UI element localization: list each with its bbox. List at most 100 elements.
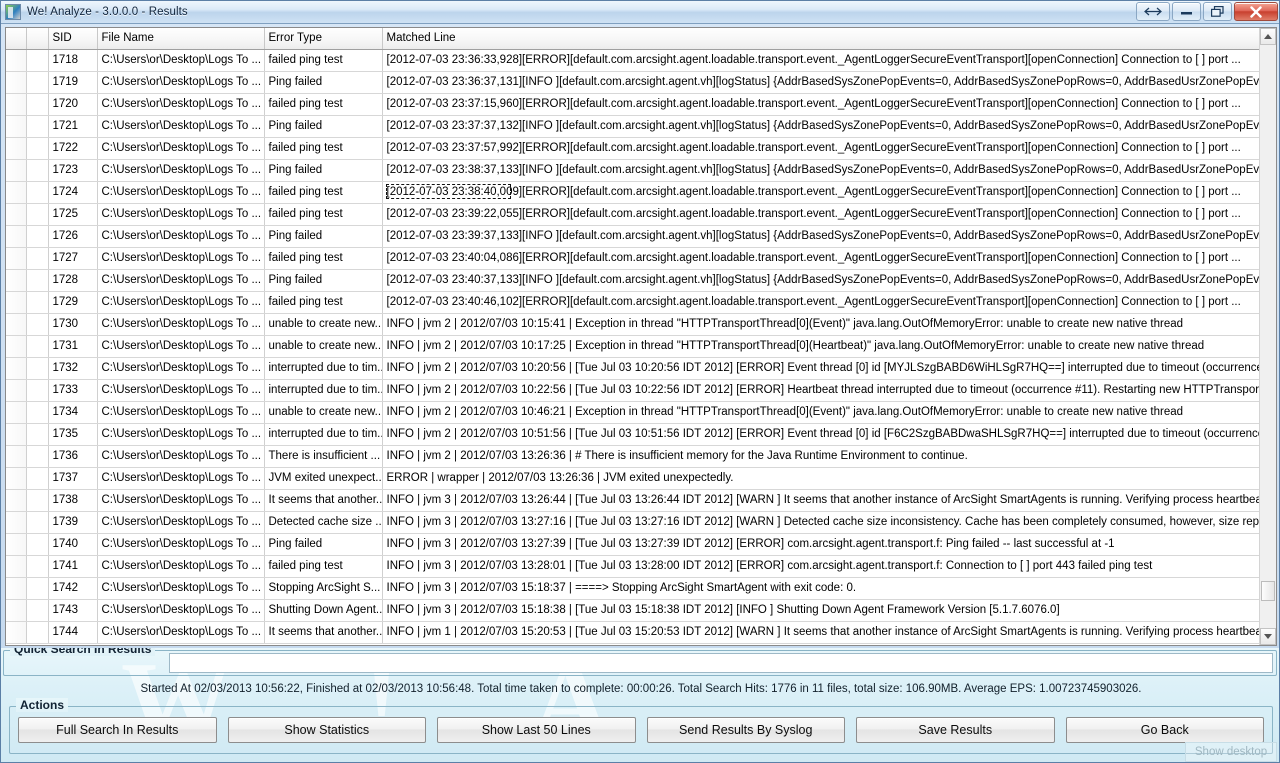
cell-sid[interactable]: 1718 [48,49,98,72]
cell-error-type[interactable]: unable to create new... [264,313,383,336]
resize-button[interactable] [1136,2,1170,21]
table-row[interactable]: 1740 C:\Users\or\Desktop\Logs To ... Ping … [6,533,1259,556]
cell-sid[interactable]: 1722 [48,137,98,160]
table-row[interactable]: 1742 C:\Users\or\Desktop\Logs To ... Stopp… [6,577,1259,600]
row-selector-cell[interactable] [6,445,27,468]
table-row[interactable]: 1728 C:\Users\or\Desktop\Logs To ... Ping … [6,269,1259,292]
cell-error-type[interactable]: failed ping test [264,181,383,204]
cell-file-name[interactable]: C:\Users\or\Desktop\Logs To ... [97,93,265,116]
minimize-button[interactable] [1172,2,1201,21]
cell-file-name[interactable]: C:\Users\or\Desktop\Logs To ... [97,181,265,204]
cell-matched-line[interactable]: INFO | jvm 2 | 2012/07/03 10:51:56 | [Tu… [382,423,1259,446]
cell-error-type[interactable]: failed ping test [264,137,383,160]
cell-matched-line[interactable]: INFO | jvm 3 | 2012/07/03 13:28:01 | [Tu… [382,555,1259,578]
table-row[interactable]: 1724 C:\Users\or\Desktop\Logs To ... faile… [6,181,1259,204]
cell-file-name[interactable]: C:\Users\or\Desktop\Logs To ... [97,247,265,270]
cell-file-name[interactable]: C:\Users\or\Desktop\Logs To ... [97,379,265,402]
table-row[interactable]: 1736 C:\Users\or\Desktop\Logs To ... There… [6,445,1259,468]
cell-sid[interactable]: 1730 [48,313,98,336]
cell-matched-line[interactable]: [2012-07-03 23:37:15,960][ERROR][default… [382,93,1259,116]
cell-file-name[interactable]: C:\Users\or\Desktop\Logs To ... [97,137,265,160]
row-selector-cell[interactable] [6,203,27,226]
row-selector-cell[interactable] [6,93,27,116]
row-selector-cell[interactable] [6,577,27,600]
cell-matched-line[interactable]: INFO | jvm 3 | 2012/07/03 15:18:37 | ===… [382,577,1259,600]
cell-matched-line[interactable]: [2012-07-03 23:36:33,928][ERROR][default… [382,49,1259,72]
row-selector-cell[interactable] [6,379,27,402]
cell-sid[interactable]: 1723 [48,159,98,182]
go-back-button[interactable]: Go Back [1065,717,1264,743]
cell-sid[interactable]: 1728 [48,269,98,292]
cell-sid[interactable]: 1743 [48,599,98,622]
cell-file-name[interactable]: C:\Users\or\Desktop\Logs To ... [97,159,265,182]
grid-vertical-scrollbar[interactable] [1259,28,1276,645]
row-selector-cell[interactable] [6,423,27,446]
cell-sid[interactable]: 1721 [48,115,98,138]
cell-sid[interactable]: 1734 [48,401,98,424]
cell-file-name[interactable]: C:\Users\or\Desktop\Logs To ... [97,291,265,314]
cell-error-type[interactable]: Ping failed [264,71,383,94]
table-row[interactable]: 1730 C:\Users\or\Desktop\Logs To ... unabl… [6,313,1259,336]
cell-error-type[interactable]: Shutting Down Agent... [264,599,383,622]
cell-matched-line[interactable]: INFO | jvm 3 | 2012/07/03 13:27:39 | [Tu… [382,533,1259,556]
cell-sid[interactable]: 1724 [48,181,98,204]
cell-error-type[interactable]: Ping failed [264,115,383,138]
cell-file-name[interactable]: C:\Users\or\Desktop\Logs To ... [97,445,265,468]
cell-matched-line[interactable]: [2012-07-03 23:40:46,102][ERROR][default… [382,291,1259,314]
show-statistics-button[interactable]: Show Statistics [227,717,426,743]
cell-file-name[interactable]: C:\Users\or\Desktop\Logs To ... [97,621,265,644]
cell-matched-line[interactable]: INFO | jvm 1 | 2012/07/03 15:20:53 | [Tu… [382,621,1259,644]
row-selector-cell[interactable] [6,137,27,160]
row-selector-cell[interactable] [6,599,27,622]
cell-file-name[interactable]: C:\Users\or\Desktop\Logs To ... [97,71,265,94]
cell-error-type[interactable]: It seems that another... [264,489,383,512]
cell-file-name[interactable]: C:\Users\or\Desktop\Logs To ... [97,269,265,292]
row-selector-cell[interactable] [6,159,27,182]
row-selector-cell[interactable] [6,467,27,490]
cell-sid[interactable]: 1741 [48,555,98,578]
close-button[interactable] [1234,2,1278,21]
cell-error-type[interactable]: JVM exited unexpect... [264,467,383,490]
cell-matched-line[interactable]: INFO | jvm 2 | 2012/07/03 10:15:41 | Exc… [382,313,1259,336]
cell-file-name[interactable]: C:\Users\or\Desktop\Logs To ... [97,511,265,534]
table-row[interactable]: 1722 C:\Users\or\Desktop\Logs To ... faile… [6,137,1259,160]
table-row[interactable]: 1725 C:\Users\or\Desktop\Logs To ... faile… [6,203,1259,226]
cell-error-type[interactable]: unable to create new... [264,335,383,358]
row-selector-cell[interactable] [6,555,27,578]
row-selector-cell[interactable] [6,489,27,512]
cell-sid[interactable]: 1725 [48,203,98,226]
cell-error-type[interactable]: failed ping test [264,247,383,270]
cell-matched-line[interactable]: INFO | jvm 3 | 2012/07/03 13:27:16 | [Tu… [382,511,1259,534]
scroll-up-button[interactable] [1260,28,1276,45]
quick-search-input[interactable] [169,653,1273,673]
cell-matched-line[interactable]: [2012-07-03 23:39:22,055][ERROR][default… [382,203,1259,226]
cell-matched-line[interactable]: INFO | jvm 3 | 2012/07/03 13:26:44 | [Tu… [382,489,1259,512]
cell-matched-line[interactable]: [2012-07-03 23:38:37,133][INFO ][default… [382,159,1259,182]
cell-file-name[interactable]: C:\Users\or\Desktop\Logs To ... [97,467,265,490]
column-header-sid[interactable]: SID [48,28,98,50]
column-header-error-type[interactable]: Error Type [264,28,383,50]
cell-sid[interactable]: 1739 [48,511,98,534]
table-row[interactable]: 1727 C:\Users\or\Desktop\Logs To ... faile… [6,247,1259,270]
cell-error-type[interactable]: Stopping ArcSight S... [264,577,383,600]
cell-sid[interactable]: 1735 [48,423,98,446]
cell-error-type[interactable]: failed ping test [264,291,383,314]
table-row[interactable]: 1723 C:\Users\or\Desktop\Logs To ... Ping … [6,159,1259,182]
row-selector-cell[interactable] [6,313,27,336]
cell-sid[interactable]: 1733 [48,379,98,402]
cell-file-name[interactable]: C:\Users\or\Desktop\Logs To ... [97,599,265,622]
cell-file-name[interactable]: C:\Users\or\Desktop\Logs To ... [97,115,265,138]
row-selector-cell[interactable] [6,49,27,72]
cell-matched-line[interactable]: INFO | jvm 2 | 2012/07/03 13:26:36 | # T… [382,445,1259,468]
table-row[interactable]: 1729 C:\Users\or\Desktop\Logs To ... faile… [6,291,1259,314]
row-selector-cell[interactable] [6,621,27,644]
cell-error-type[interactable]: failed ping test [264,203,383,226]
scrollbar-thumb[interactable] [1261,581,1275,601]
cell-file-name[interactable]: C:\Users\or\Desktop\Logs To ... [97,577,265,600]
cell-error-type[interactable]: Ping failed [264,269,383,292]
cell-matched-line[interactable]: ERROR | wrapper | 2012/07/03 13:26:36 | … [382,467,1259,490]
cell-matched-line[interactable]: INFO | jvm 2 | 2012/07/03 10:22:56 | [Tu… [382,379,1259,402]
cell-sid[interactable]: 1744 [48,621,98,644]
table-row[interactable]: 1737 C:\Users\or\Desktop\Logs To ... JVM e… [6,467,1259,490]
cell-matched-line[interactable]: INFO | jvm 2 | 2012/07/03 10:17:25 | Exc… [382,335,1259,358]
